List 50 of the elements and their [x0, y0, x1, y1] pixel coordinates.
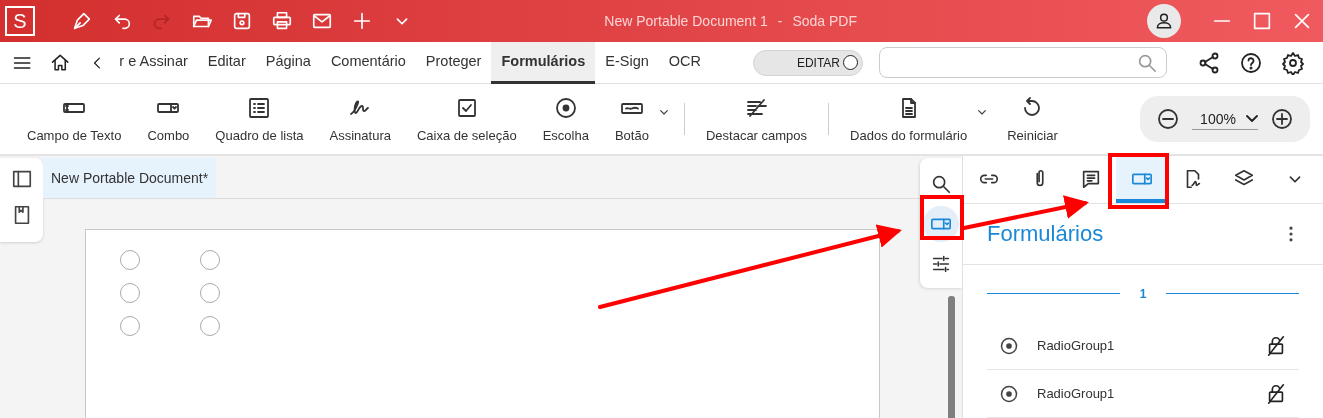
- ribbon-button[interactable]: Campo de Texto: [14, 95, 135, 143]
- list-icon: [247, 95, 272, 120]
- edit-toggle[interactable]: EDITAR: [753, 49, 863, 76]
- zoom-dropdown[interactable]: 100%: [1192, 108, 1258, 130]
- app-logo[interactable]: S: [5, 6, 35, 36]
- highlight-box: [920, 195, 964, 240]
- menu-tab[interactable]: Formulários: [491, 41, 596, 84]
- caret-icon: [1245, 115, 1258, 122]
- menu-tab[interactable]: E-Sign: [595, 41, 659, 84]
- ribbon-button[interactable]: Escolha: [529, 95, 602, 143]
- help-icon[interactable]: [1239, 50, 1263, 75]
- maximize-icon[interactable]: [1251, 10, 1273, 32]
- ribbon-button[interactable]: Reiniciar: [994, 95, 1071, 143]
- menu-tab[interactable]: r e Assinar: [109, 41, 198, 84]
- menu-tab[interactable]: Página: [255, 41, 321, 84]
- form-field-item[interactable]: RadioGroup1: [987, 370, 1299, 418]
- share-icon[interactable]: [1197, 50, 1221, 75]
- scrollbar[interactable]: [948, 296, 955, 418]
- menu-tab[interactable]: Editar: [197, 41, 256, 84]
- zoom-in-icon[interactable]: [1270, 107, 1294, 131]
- ribbon-button[interactable]: Botão: [601, 95, 662, 143]
- search-field[interactable]: [879, 47, 1167, 78]
- ribbon-button[interactable]: Dados do formulário: [837, 95, 981, 143]
- ribbon-button[interactable]: Quadro de lista: [202, 95, 317, 143]
- form-field-icon[interactable]: [1116, 156, 1167, 203]
- ribbon-button[interactable]: Combo: [134, 95, 203, 143]
- unlocked-icon[interactable]: [1265, 382, 1287, 405]
- user-icon: [1154, 11, 1174, 31]
- zoom-out-icon[interactable]: [1156, 107, 1180, 131]
- ribbon-button[interactable]: Destacar campos: [692, 95, 821, 143]
- menu-tab[interactable]: Proteger: [415, 41, 492, 84]
- ribbon-button[interactable]: Caixa de seleção: [403, 95, 530, 143]
- radio-icon: [999, 383, 1019, 404]
- menu-tab[interactable]: Comentário: [320, 41, 416, 84]
- panel-title: Formulários: [987, 220, 1104, 247]
- radio-icon: [999, 335, 1019, 356]
- menu-tab[interactable]: OCR: [658, 41, 711, 84]
- app-name: Soda PDF: [792, 13, 857, 29]
- window-title: New Portable Document 1: [604, 13, 768, 29]
- settings-icon[interactable]: [1281, 50, 1305, 75]
- form-field-item[interactable]: RadioGroup1: [987, 322, 1299, 371]
- ribbon-button[interactable]: Assinatura: [316, 95, 404, 143]
- sidebar-icon[interactable]: [10, 168, 33, 190]
- radio-icon: [553, 95, 578, 120]
- title-separator: -: [777, 13, 783, 29]
- unlocked-icon[interactable]: [1265, 334, 1287, 357]
- highlight-box: [1108, 153, 1169, 209]
- document-tab[interactable]: New Portable Document*: [43, 158, 217, 198]
- page-number: 1: [1139, 286, 1147, 301]
- account-button[interactable]: [1147, 4, 1181, 38]
